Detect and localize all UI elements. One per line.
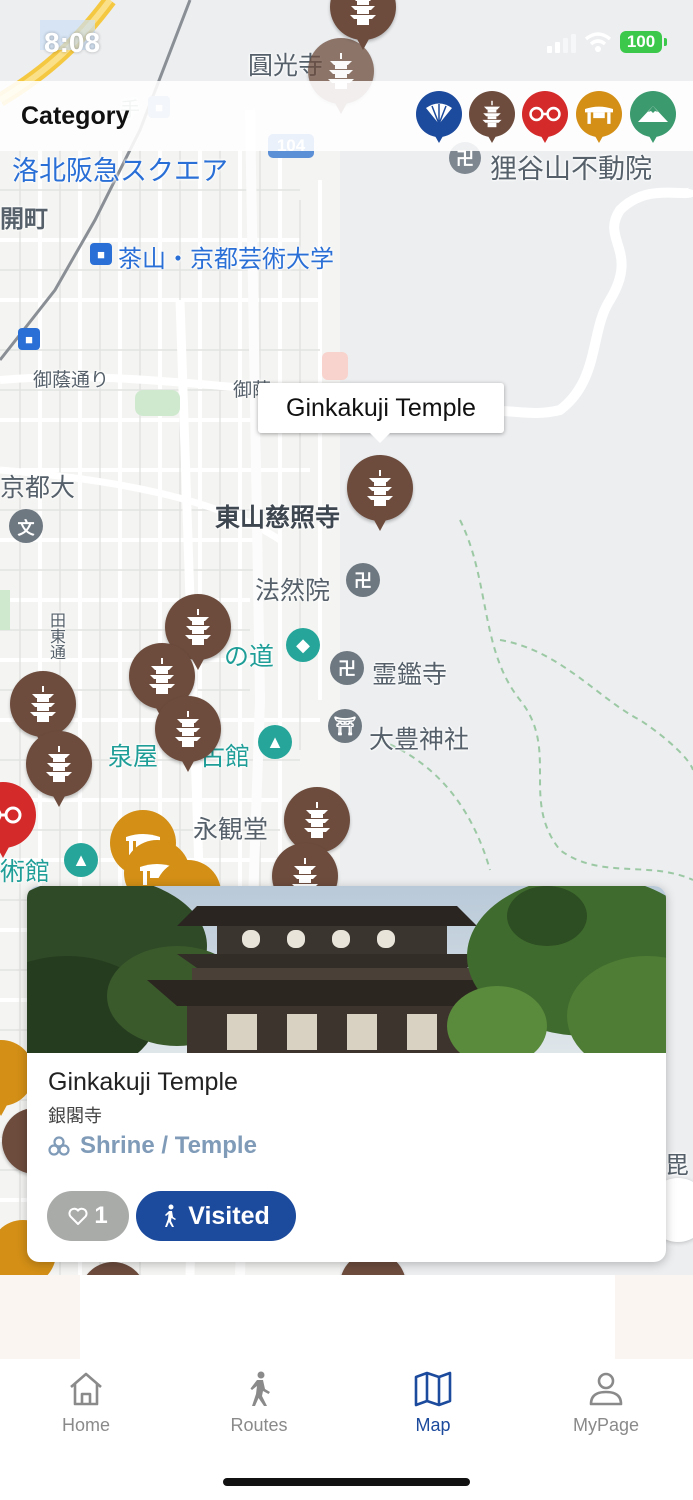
train-station-icon[interactable]: ■ [90,243,112,265]
tab-mypage[interactable]: MyPage [546,1369,666,1449]
tab-routes[interactable]: Routes [199,1369,319,1449]
walking-icon [165,1204,177,1227]
pagoda-icon [175,711,201,747]
visited-label: Visited [188,1201,270,1230]
walking-icon [250,1371,270,1406]
map-icon [414,1371,452,1407]
bottom-sheet-background [0,1275,693,1359]
pagoda-icon [149,658,175,694]
map-label: 御蔭通り [33,369,110,391]
tab-map[interactable]: Map [373,1369,493,1449]
tab-home[interactable]: Home [26,1369,146,1449]
temple-pin[interactable] [80,1262,146,1275]
glasses-icon [529,106,561,122]
map-label: 狸谷山不動院 [490,154,652,185]
place-name: Ginkakuji Temple [48,1068,238,1096]
map-label: 洛北阪急スクエア [12,156,228,187]
temple-poi-icon[interactable]: 卍 [346,563,380,597]
map-label: 大豊神社 [369,725,470,754]
category-filter-nature[interactable] [630,91,676,147]
temple-poi-icon[interactable]: 卍 [330,651,364,685]
pagoda-icon [367,470,393,506]
status-bar: 8:08 100 [0,0,693,80]
museum-poi-icon[interactable]: ▲ [258,725,292,759]
map-label: 田東通 [47,612,66,660]
category-filter-restaurant[interactable] [576,91,622,147]
map-label: の道 [224,642,275,671]
tab-map-label: Map [415,1415,451,1435]
wifi-icon [584,32,612,52]
selected-temple-pin[interactable] [347,455,413,535]
category-icon [48,1136,70,1156]
pagoda-icon [482,100,502,128]
fan-icon [426,103,452,125]
home-icon [70,1372,102,1406]
cellular-signal-icon [547,34,576,53]
category-title: Category [21,102,130,130]
map-label: 永観堂 [193,815,269,844]
category-filter-shop[interactable] [522,91,568,147]
like-count: 1 [94,1202,108,1229]
map-label: 茶山・京都芸術大学 [118,245,334,273]
tab-routes-label: Routes [230,1415,288,1435]
shrine-poi-icon[interactable]: ⛩ [328,709,362,743]
map-label: 東山慈照寺 [215,503,341,532]
battery-indicator: 100 [620,31,667,53]
train-station-icon[interactable]: ■ [18,328,40,350]
museum-poi-icon[interactable]: ◆ [286,628,320,662]
glasses-icon [0,806,22,824]
place-category: Shrine / Temple [48,1132,257,1160]
category-filter-culture[interactable] [416,91,462,147]
pagoda-icon [304,802,330,838]
map-label: 京都大 [0,473,76,502]
category-filter-temple[interactable] [469,91,515,147]
tab-home-label: Home [61,1415,110,1435]
category-bar: Category [0,81,693,151]
map-label: 法然院 [255,576,331,605]
pin-tooltip[interactable]: Ginkakuji Temple [258,383,504,443]
user-icon [589,1372,623,1406]
pagoda-icon [30,686,56,722]
restaurant-icon [585,106,613,124]
app-screen: 圓光寺 洛北阪急スクエア 開町 狸谷山不動院 茶山・京都芸術大学 御蔭通り 御蔭… [0,0,693,1500]
home-indicator [223,1478,470,1486]
pagoda-icon [185,609,211,645]
heart-icon [68,1207,88,1225]
map-label: 霊鑑寺 [372,660,448,689]
place-photo [27,886,666,1053]
place-name-japanese: 銀閣寺 [48,1106,102,1127]
shop-pin[interactable] [0,782,36,862]
school-icon[interactable]: 文 [9,509,43,543]
pagoda-icon [46,746,72,782]
visited-button[interactable]: Visited [136,1191,296,1241]
map-label: 泉屋 [108,742,159,771]
place-card[interactable]: Ginkakuji Temple 銀閣寺 Shrine / Temple 1 V… [27,886,666,1262]
status-time: 8:08 [44,27,101,58]
place-category-label: Shrine / Temple [80,1132,257,1159]
like-button[interactable]: 1 [47,1191,129,1241]
tab-mypage-label: MyPage [572,1415,640,1435]
map-label: 開町 [0,205,48,233]
museum-poi-icon[interactable]: ▲ [64,843,98,877]
map-label: 毘 [665,1151,689,1179]
mountain-icon [638,106,668,122]
temple-pin[interactable] [155,696,221,776]
